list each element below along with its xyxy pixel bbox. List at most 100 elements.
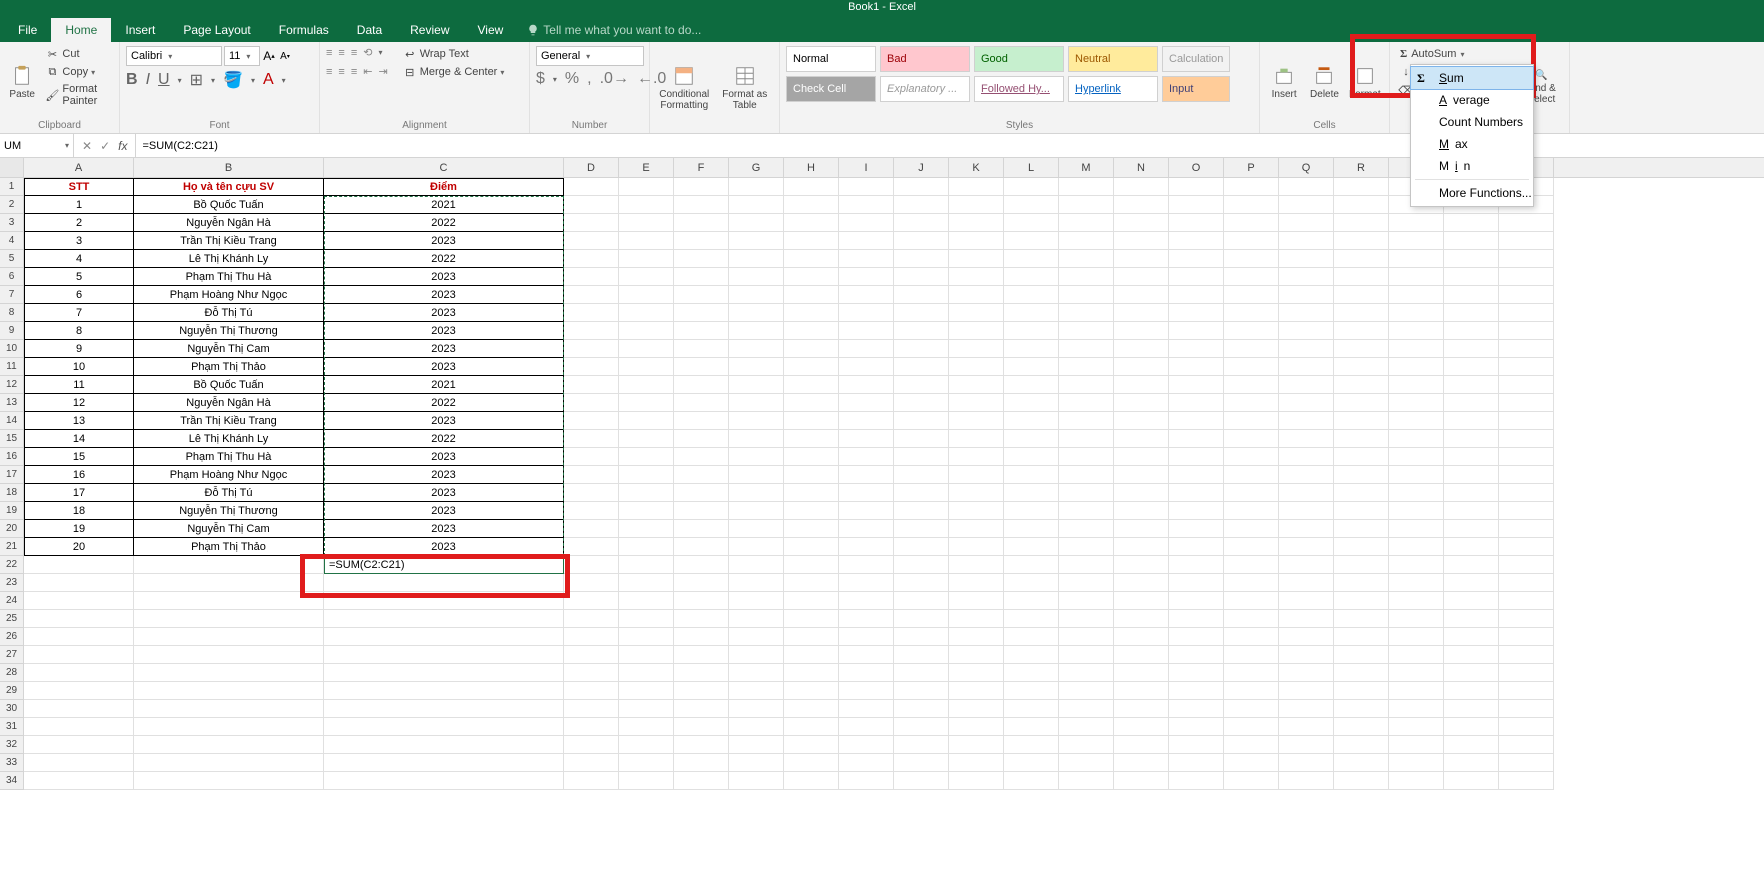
wrap-text-button[interactable]: ↩Wrap Text <box>400 46 508 62</box>
cell-J22[interactable] <box>894 556 949 574</box>
cell-K20[interactable] <box>949 520 1004 538</box>
cell-I32[interactable] <box>839 736 894 754</box>
cell-M19[interactable] <box>1059 502 1114 520</box>
tab-page-layout[interactable]: Page Layout <box>169 18 264 42</box>
cell-B4[interactable]: Trần Thị Kiều Trang <box>134 232 324 250</box>
cell-I4[interactable] <box>839 232 894 250</box>
cell-U28[interactable] <box>1499 664 1554 682</box>
cell-U34[interactable] <box>1499 772 1554 790</box>
cell-R16[interactable] <box>1334 448 1389 466</box>
currency-icon[interactable]: $ <box>536 70 545 88</box>
cell-S16[interactable] <box>1389 448 1444 466</box>
cell-L26[interactable] <box>1004 628 1059 646</box>
cell-Q28[interactable] <box>1279 664 1334 682</box>
cell-B6[interactable]: Phạm Thị Thu Hà <box>134 268 324 286</box>
tab-file[interactable]: File <box>4 18 51 42</box>
rowhdr-20[interactable]: 20 <box>0 520 24 538</box>
cell-R29[interactable] <box>1334 682 1389 700</box>
cell-O33[interactable] <box>1169 754 1224 772</box>
enter-icon[interactable]: ✓ <box>100 139 110 153</box>
cell-H24[interactable] <box>784 592 839 610</box>
cell-Q22[interactable] <box>1279 556 1334 574</box>
cell-M12[interactable] <box>1059 376 1114 394</box>
cell-J14[interactable] <box>894 412 949 430</box>
cell-S11[interactable] <box>1389 358 1444 376</box>
cell-P28[interactable] <box>1224 664 1279 682</box>
rowhdr-11[interactable]: 11 <box>0 358 24 376</box>
cell-J6[interactable] <box>894 268 949 286</box>
cell-R27[interactable] <box>1334 646 1389 664</box>
cell-T25[interactable] <box>1444 610 1499 628</box>
autosum-more[interactable]: More Functions... <box>1411 182 1533 204</box>
cell-E1[interactable] <box>619 178 674 196</box>
rowhdr-12[interactable]: 12 <box>0 376 24 394</box>
style-calc[interactable]: Calculation <box>1162 46 1230 72</box>
cell-J9[interactable] <box>894 322 949 340</box>
cell-U20[interactable] <box>1499 520 1554 538</box>
cell-A34[interactable] <box>24 772 134 790</box>
cell-L23[interactable] <box>1004 574 1059 592</box>
cell-R25[interactable] <box>1334 610 1389 628</box>
cell-J17[interactable] <box>894 466 949 484</box>
cell-B20[interactable]: Nguyễn Thị Cam <box>134 520 324 538</box>
cell-I24[interactable] <box>839 592 894 610</box>
cell-I6[interactable] <box>839 268 894 286</box>
colhdr-G[interactable]: G <box>729 158 784 177</box>
cell-Q8[interactable] <box>1279 304 1334 322</box>
cell-U15[interactable] <box>1499 430 1554 448</box>
cell-K34[interactable] <box>949 772 1004 790</box>
cell-M13[interactable] <box>1059 394 1114 412</box>
cell-Q9[interactable] <box>1279 322 1334 340</box>
cell-H3[interactable] <box>784 214 839 232</box>
cell-C27[interactable] <box>324 646 564 664</box>
cell-O23[interactable] <box>1169 574 1224 592</box>
cell-Q31[interactable] <box>1279 718 1334 736</box>
cell-M30[interactable] <box>1059 700 1114 718</box>
cell-P23[interactable] <box>1224 574 1279 592</box>
style-input[interactable]: Input <box>1162 76 1230 102</box>
cell-P26[interactable] <box>1224 628 1279 646</box>
cell-G8[interactable] <box>729 304 784 322</box>
cell-C29[interactable] <box>324 682 564 700</box>
cell-G6[interactable] <box>729 268 784 286</box>
orientation-icon[interactable]: ⟲ <box>363 46 372 59</box>
cell-Q12[interactable] <box>1279 376 1334 394</box>
cell-L8[interactable] <box>1004 304 1059 322</box>
cell-S12[interactable] <box>1389 376 1444 394</box>
cell-G4[interactable] <box>729 232 784 250</box>
cell-F1[interactable] <box>674 178 729 196</box>
cell-I5[interactable] <box>839 250 894 268</box>
cell-F20[interactable] <box>674 520 729 538</box>
cell-F2[interactable] <box>674 196 729 214</box>
cell-Q27[interactable] <box>1279 646 1334 664</box>
cell-D16[interactable] <box>564 448 619 466</box>
cell-T17[interactable] <box>1444 466 1499 484</box>
cell-F29[interactable] <box>674 682 729 700</box>
cell-J33[interactable] <box>894 754 949 772</box>
cell-T19[interactable] <box>1444 502 1499 520</box>
cell-N28[interactable] <box>1114 664 1169 682</box>
cell-C34[interactable] <box>324 772 564 790</box>
cell-F7[interactable] <box>674 286 729 304</box>
cell-L15[interactable] <box>1004 430 1059 448</box>
cell-E18[interactable] <box>619 484 674 502</box>
cell-P31[interactable] <box>1224 718 1279 736</box>
cell-C9[interactable]: 2023 <box>324 322 564 340</box>
style-neutral[interactable]: Neutral <box>1068 46 1158 72</box>
cell-N29[interactable] <box>1114 682 1169 700</box>
cell-E28[interactable] <box>619 664 674 682</box>
cell-N24[interactable] <box>1114 592 1169 610</box>
cell-K13[interactable] <box>949 394 1004 412</box>
cell-A7[interactable]: 6 <box>24 286 134 304</box>
cell-I18[interactable] <box>839 484 894 502</box>
rowhdr-33[interactable]: 33 <box>0 754 24 772</box>
rowhdr-24[interactable]: 24 <box>0 592 24 610</box>
cell-C32[interactable] <box>324 736 564 754</box>
cell-S20[interactable] <box>1389 520 1444 538</box>
align-middle-icon[interactable]: ≡ <box>338 47 344 59</box>
cell-A9[interactable]: 8 <box>24 322 134 340</box>
percent-icon[interactable]: % <box>565 70 579 88</box>
cell-B19[interactable]: Nguyễn Thị Thương <box>134 502 324 520</box>
cell-S23[interactable] <box>1389 574 1444 592</box>
cell-C24[interactable] <box>324 592 564 610</box>
